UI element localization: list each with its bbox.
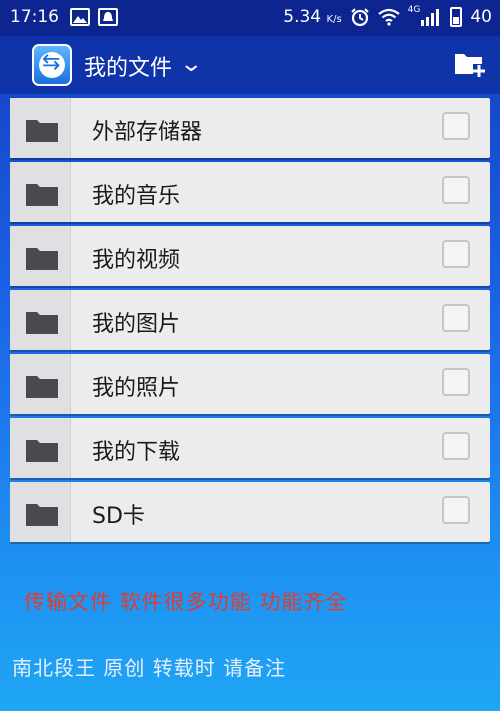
speed-unit: K/s <box>326 14 342 25</box>
page-title[interactable]: 我的文件 <box>84 50 172 82</box>
folder-label: 我的音乐 <box>92 184 181 209</box>
wifi-icon <box>377 8 400 26</box>
folder-label: 我的图片 <box>92 312 181 337</box>
folder-label: SD卡 <box>92 504 145 529</box>
new-folder-icon[interactable] <box>454 50 486 78</box>
alarm-icon <box>350 8 369 27</box>
folder-icon <box>26 376 58 398</box>
folder-item[interactable]: 我的图片 <box>10 290 490 350</box>
caption-red: 传输文件 软件很多功能 功能齐全 <box>24 590 348 614</box>
network-type: 4G <box>407 5 421 15</box>
notification-icon <box>98 8 118 26</box>
folder-list: 外部存储器 我的音乐 我的视频 我的图片 我的照片 我的下载 SD卡 <box>10 98 490 546</box>
folder-checkbox[interactable] <box>442 112 470 140</box>
battery-level: 40 <box>470 7 492 27</box>
chevron-down-icon[interactable]: ⌄ <box>179 52 203 77</box>
app-bar: 我的文件 ⌄ <box>0 36 500 94</box>
image-icon <box>70 8 90 26</box>
folder-label: 我的照片 <box>92 376 181 401</box>
folder-item[interactable]: 我的照片 <box>10 354 490 414</box>
folder-icon <box>26 504 58 526</box>
folder-icon <box>26 440 58 462</box>
speed-value: 5.34 <box>283 7 322 27</box>
signal-icon <box>421 9 440 26</box>
folder-checkbox[interactable] <box>442 176 470 204</box>
folder-item[interactable]: 外部存储器 <box>10 98 490 158</box>
folder-label: 外部存储器 <box>92 120 203 145</box>
folder-checkbox[interactable] <box>442 304 470 332</box>
folder-icon <box>26 184 58 206</box>
folder-label: 我的下载 <box>92 440 181 465</box>
folder-item[interactable]: 我的视频 <box>10 226 490 286</box>
teamviewer-logo[interactable] <box>32 44 72 86</box>
folder-icon <box>26 120 58 142</box>
folder-item[interactable]: SD卡 <box>10 482 490 542</box>
folder-checkbox[interactable] <box>442 240 470 268</box>
folder-item[interactable]: 我的音乐 <box>10 162 490 222</box>
folder-icon <box>26 248 58 270</box>
status-time: 17:16 <box>10 7 59 27</box>
folder-icon <box>26 312 58 334</box>
status-bar: 17:16 5.34 K/s 4G 40 <box>0 0 500 36</box>
folder-checkbox[interactable] <box>442 368 470 396</box>
caption-white: 南北段王 原创 转载时 请备注 <box>12 656 287 680</box>
battery-icon <box>450 7 463 27</box>
folder-checkbox[interactable] <box>442 496 470 524</box>
folder-item[interactable]: 我的下载 <box>10 418 490 478</box>
folder-label: 我的视频 <box>92 248 181 273</box>
logo-arrows-icon <box>39 50 65 78</box>
network-speed: 5.34 K/s <box>283 7 341 27</box>
folder-checkbox[interactable] <box>442 432 470 460</box>
